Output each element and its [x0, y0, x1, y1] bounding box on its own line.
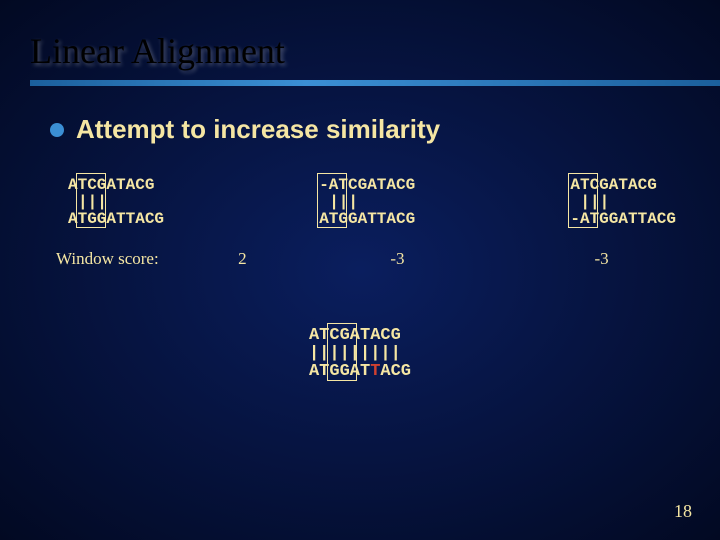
alignment-a: ATCGATACG ||| ATGGATTACG [68, 173, 164, 231]
seq-top-rest: CGATACG [329, 326, 400, 345]
seq-bot: ATGGATTACG [319, 211, 415, 228]
seq-bot: ATGGATTACG [309, 363, 411, 381]
bullet-icon [50, 123, 64, 137]
slide-title: Linear Alignment [0, 0, 720, 80]
seq-top-prefix: AT [309, 326, 329, 345]
seq-bot: ATGGATTACG [68, 211, 164, 228]
alignment-b: -ATCGATACG ||| ATGGATTACG [319, 173, 415, 231]
score-b: -3 [272, 249, 523, 269]
seq-bars: ||||||||| [309, 345, 411, 363]
seq-top: ATCGATACG [309, 327, 411, 345]
seq-bot-mid2: ACG [380, 362, 411, 381]
score-a: 2 [213, 249, 272, 269]
seq-bars: ||| [68, 194, 164, 211]
alignment-d: ATCGATACG ||||||||| ATGGATTACG [309, 323, 411, 385]
seq-bot: -ATGGATTACG [570, 211, 676, 228]
seq-top: -ATCGATACG [319, 177, 415, 194]
bullet-text: Attempt to increase similarity [76, 114, 440, 145]
score-c: -3 [523, 249, 680, 269]
page-number: 18 [674, 501, 692, 522]
seq-bars: ||| [319, 194, 415, 211]
score-row: Window score: 2 -3 -3 [40, 231, 680, 269]
seq-bot-mid1: GGAT [329, 362, 370, 381]
seq-bot-prefix: AT [309, 362, 329, 381]
bullet-item: Attempt to increase similarity [40, 114, 680, 145]
slide-content: Attempt to increase similarity ATCGATACG… [0, 86, 720, 385]
seq-bot-red: T [370, 362, 380, 381]
score-label: Window score: [40, 249, 213, 269]
seq-top: ATCGATACG [68, 177, 164, 194]
alignment-row: ATCGATACG ||| ATGGATTACG -ATCGATACG ||| … [40, 173, 680, 231]
alignment-c: ATCGATACG ||| -ATGGATTACG [570, 173, 676, 231]
alignment-bottom: ATCGATACG ||||||||| ATGGATTACG [40, 323, 680, 385]
seq-top: ATCGATACG [570, 177, 676, 194]
seq-bars: ||| [570, 194, 676, 211]
